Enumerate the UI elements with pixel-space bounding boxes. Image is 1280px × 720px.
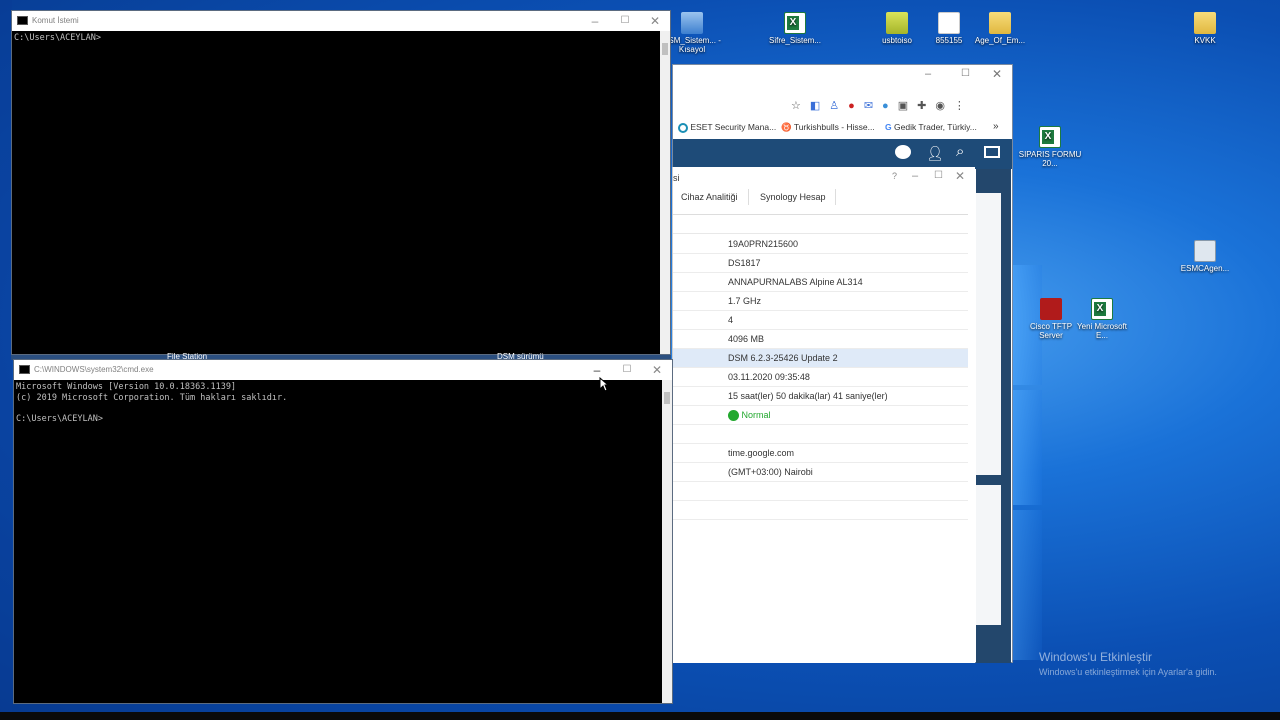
info-row-thermal-status: Normal: [673, 406, 968, 425]
widgets-icon[interactable]: [984, 146, 1000, 158]
maximize-button[interactable]: ☐: [610, 11, 640, 31]
extension-toolbar: ☆◧♙●✉●▣✚◉⋮: [791, 99, 974, 112]
desktop-icon-esmc[interactable]: ESMCAgen...: [1173, 240, 1237, 273]
info-row-system-time: 03.11.2020 09:35:48: [673, 368, 968, 387]
minimize-button[interactable]: –: [925, 68, 931, 80]
wallpaper-light: [1012, 510, 1042, 660]
cmd-window-system32[interactable]: C:\WINDOWS\system32\cmd.exe – ☐ ✕ Micros…: [13, 359, 673, 704]
status-ok-icon: [728, 410, 739, 422]
network-shortcut-icon: [681, 12, 703, 34]
window-title-fragment: si: [673, 173, 680, 183]
maximize-button[interactable]: ☐: [612, 360, 642, 380]
user-icon[interactable]: ♙: [829, 100, 848, 112]
window-title: C:\WINDOWS\system32\cmd.exe: [34, 365, 154, 374]
folder-icon: [1194, 12, 1216, 34]
dsm-widget: [976, 193, 1001, 475]
console-output[interactable]: Microsoft Windows [Version 10.0.18363.11…: [16, 382, 287, 424]
info-row-uptime: 15 saat(ler) 50 dakika(lar) 41 saniye(le…: [673, 387, 968, 406]
tab-cihaz-analitigi[interactable]: Cihaz Analitiği: [681, 192, 738, 202]
scrollbar-thumb[interactable]: [664, 392, 670, 404]
info-row-ntp-server: time.google.com: [673, 444, 968, 463]
bookmark-turkishbulls[interactable]: ♉ Turkishbulls - Hisse...: [781, 122, 875, 133]
excel-file-icon: [1039, 126, 1061, 148]
close-button[interactable]: ✕: [955, 169, 965, 183]
info-row-model: DS1817: [673, 254, 968, 273]
activation-title: Windows'u Etkinleştir: [1039, 650, 1152, 664]
puzzle-icon[interactable]: ✚: [917, 100, 935, 112]
tab-separator: [835, 189, 836, 205]
info-row-cpu: ANNAPURNALABS Alpine AL314: [673, 273, 968, 292]
cmd-icon: [17, 16, 28, 25]
desktop-icon-age[interactable]: Age_Of_Em...: [968, 12, 1032, 45]
search-icon[interactable]: ⌕: [956, 143, 964, 160]
minimize-button[interactable]: –: [912, 170, 918, 182]
info-row-cpu-clock: 1.7 GHz: [673, 292, 968, 311]
stop-icon[interactable]: ●: [848, 100, 864, 112]
avatar[interactable]: ◉: [935, 100, 954, 112]
section-divider: [673, 233, 968, 234]
close-button[interactable]: ✕: [640, 11, 670, 31]
user-icon[interactable]: 👤︎: [926, 145, 944, 162]
document-icon: [938, 12, 960, 34]
kebab-menu-icon[interactable]: ⋮: [954, 100, 974, 112]
close-button[interactable]: ✕: [642, 360, 672, 380]
close-button[interactable]: ✕: [992, 67, 1002, 81]
star-icon[interactable]: ☆: [791, 100, 810, 112]
desktop-icon-siparis[interactable]: SIPARIS FORMU 20...: [1018, 126, 1082, 168]
tab-synology-hesap[interactable]: Synology Hesap: [760, 192, 826, 202]
google-icon: G: [885, 122, 892, 132]
screenshot-icon[interactable]: ▣: [898, 100, 917, 112]
info-row-empty: [673, 501, 968, 520]
usb-app-icon: [886, 12, 908, 34]
window-titlebar: C:\WINDOWS\system32\cmd.exe: [14, 360, 672, 380]
maximize-button[interactable]: ☐: [961, 68, 970, 79]
excel-file-icon: [784, 12, 806, 34]
folder-icon: [989, 12, 1011, 34]
cmd-window-komut-istemi[interactable]: Komut İstemi – ☐ ✕ C:\Users\ACEYLAN>: [11, 10, 671, 355]
info-center-window[interactable]: si ? – ☐ ✕ Cihaz Analitiği Synology Hesa…: [672, 167, 975, 663]
info-row-empty: [673, 482, 968, 501]
info-row-cpu-cores: 4: [673, 311, 968, 330]
background-item-dsm: DSM sürümü: [497, 352, 544, 359]
minimize-button[interactable]: –: [580, 11, 610, 31]
installer-icon: [1194, 240, 1216, 262]
desktop-icon-yeni[interactable]: Yeni Microsoft E...: [1070, 298, 1134, 340]
mouse-cursor-icon: [599, 377, 609, 392]
scrollbar[interactable]: [660, 31, 670, 354]
console-output[interactable]: C:\Users\ACEYLAN>: [14, 33, 101, 44]
background-item-file-station: File Station: [167, 352, 208, 359]
status-text: Normal: [741, 410, 771, 420]
scrollbar-thumb[interactable]: [662, 43, 668, 55]
maximize-button[interactable]: ☐: [934, 170, 943, 181]
cmd-icon: [19, 365, 30, 374]
translate-icon[interactable]: ◧: [810, 100, 829, 112]
cisco-icon: [1040, 298, 1062, 320]
info-row-serial: 19A0PRN215600: [673, 235, 968, 254]
scrollbar[interactable]: [662, 380, 672, 703]
eset-icon: [678, 122, 688, 133]
info-row-timezone: (GMT+03:00) Nairobi: [673, 463, 968, 482]
info-row-dsm-version: DSM 6.2.3-25426 Update 2: [673, 349, 968, 368]
chat-icon[interactable]: ●: [882, 100, 898, 112]
tab-separator: [748, 189, 749, 205]
window-title: Komut İstemi: [32, 16, 79, 25]
info-row-spacer: [673, 425, 968, 444]
dsm-widget: [976, 485, 1001, 625]
desktop-icon-sifre[interactable]: Sifre_Sistem...: [763, 12, 827, 45]
bookmarks-more[interactable]: »: [993, 121, 999, 132]
wallpaper-light: [1012, 390, 1042, 505]
tab-divider: [673, 214, 968, 215]
mail-icon[interactable]: ✉: [864, 100, 882, 112]
chat-icon[interactable]: [895, 145, 911, 159]
activation-subtitle: Windows'u etkinleştirmek için Ayarlar'a …: [1039, 667, 1217, 677]
desktop-icon-kvkk[interactable]: KVKK: [1173, 12, 1237, 45]
bull-icon: ♉: [781, 122, 792, 132]
bookmark-gedik[interactable]: G Gedik Trader, Türkiy...: [885, 122, 977, 132]
bookmark-eset[interactable]: ESET Security Mana...: [678, 122, 776, 133]
help-button[interactable]: ?: [892, 171, 897, 181]
taskbar-edge: [0, 712, 1280, 720]
excel-file-icon: [1091, 298, 1113, 320]
window-titlebar: Komut İstemi: [12, 11, 670, 31]
info-row-memory: 4096 MB: [673, 330, 968, 349]
